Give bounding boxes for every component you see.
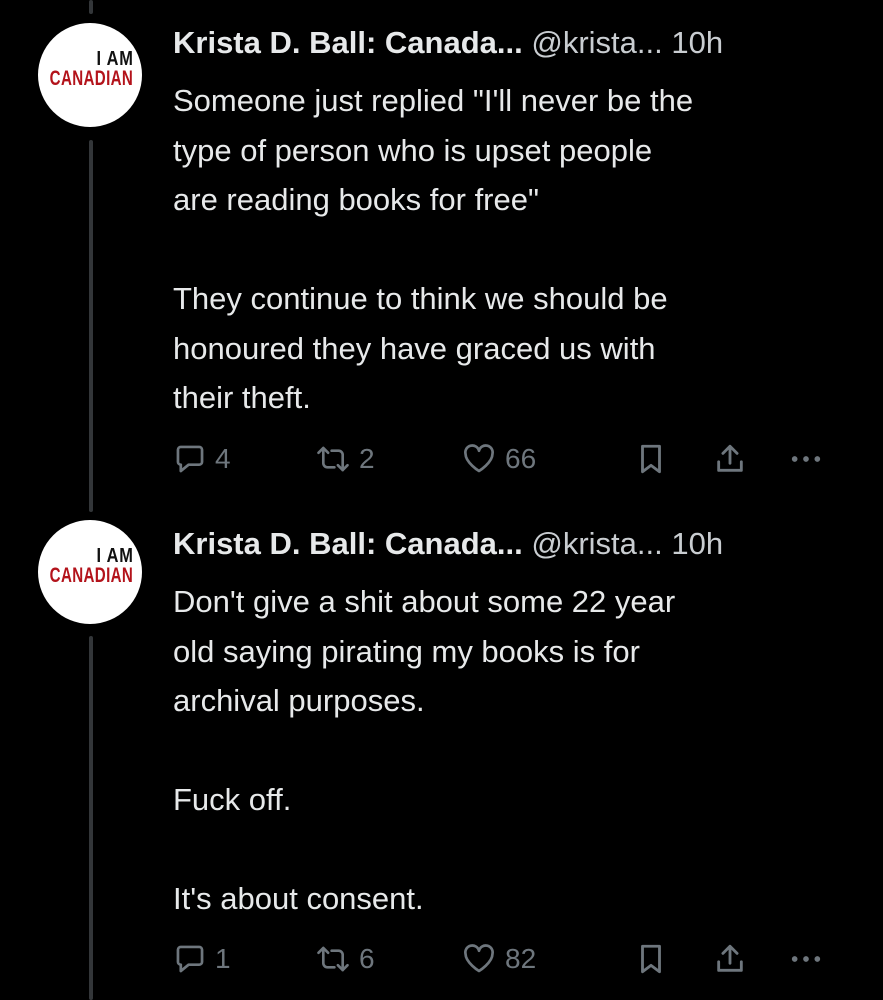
- author-handle[interactable]: @krista...: [531, 25, 662, 60]
- avatar[interactable]: I AM CANADIAN: [38, 23, 142, 127]
- tweet-text: Someone just replied "I'll never be the …: [173, 76, 863, 423]
- reply-icon: [173, 942, 207, 976]
- bookmark-icon: [636, 442, 666, 476]
- author-name[interactable]: Krista D. Ball: Canada...: [173, 526, 523, 561]
- share-icon: [713, 942, 747, 976]
- text-line: Fuck off.: [173, 782, 292, 817]
- bookmark-button[interactable]: [636, 939, 666, 979]
- text-line: Someone just replied "I'll never be the: [173, 83, 694, 118]
- text-line: their theft.: [173, 380, 311, 415]
- tweet[interactable]: I AM CANADIAN Krista D. Ball: Canada... …: [0, 0, 883, 500]
- action-bar: 4 2 66: [173, 439, 843, 479]
- text-line: archival purposes.: [173, 683, 425, 718]
- reply-icon: [173, 442, 207, 476]
- retweet-icon: [315, 442, 351, 476]
- tweet-header: Krista D. Ball: Canada... @krista... 10h: [173, 525, 863, 563]
- text-line: type of person who is upset people: [173, 132, 653, 168]
- avatar-text-canadian: CANADIAN: [49, 67, 134, 90]
- like-count: 66: [505, 443, 537, 474]
- author-handle[interactable]: @krista...: [531, 526, 662, 561]
- retweet-button[interactable]: 6: [315, 939, 375, 979]
- text-line: are reading books for free": [173, 182, 539, 217]
- share-button[interactable]: [713, 939, 747, 979]
- avatar[interactable]: I AM CANADIAN: [38, 520, 142, 624]
- timestamp[interactable]: 10h: [671, 526, 723, 561]
- tweet-header: Krista D. Ball: Canada... @krista... 10h: [173, 24, 863, 62]
- author-name[interactable]: Krista D. Ball: Canada...: [173, 25, 523, 60]
- timestamp[interactable]: 10h: [671, 25, 723, 60]
- share-button[interactable]: [713, 439, 747, 479]
- tweet[interactable]: I AM CANADIAN Krista D. Ball: Canada... …: [0, 500, 883, 1000]
- more-icon: [787, 942, 825, 976]
- more-icon: [787, 442, 825, 476]
- heart-icon: [461, 942, 497, 976]
- avatar-text-canadian: CANADIAN: [49, 564, 134, 587]
- like-count: 82: [505, 943, 537, 974]
- share-icon: [713, 442, 747, 476]
- retweet-count: 2: [359, 443, 375, 474]
- text-line: Don't give a shit about some 22 year: [173, 584, 676, 619]
- text-line: old saying pirating my books is for: [173, 633, 640, 669]
- retweet-count: 6: [359, 943, 375, 974]
- bookmark-button[interactable]: [636, 439, 666, 479]
- reply-button[interactable]: 1: [173, 939, 231, 979]
- retweet-icon: [315, 942, 351, 976]
- more-button[interactable]: [787, 939, 825, 979]
- text-line: They continue to think we should be: [173, 281, 668, 316]
- text-line: honoured they have graced us with: [173, 330, 656, 366]
- reply-count: 4: [215, 443, 231, 474]
- bookmark-icon: [636, 942, 666, 976]
- retweet-button[interactable]: 2: [315, 439, 375, 479]
- tweet-text: Don't give a shit about some 22 year old…: [173, 577, 863, 924]
- more-button[interactable]: [787, 439, 825, 479]
- heart-icon: [461, 442, 497, 476]
- reply-count: 1: [215, 943, 231, 974]
- text-line: It's about consent.: [173, 881, 424, 916]
- reply-button[interactable]: 4: [173, 439, 231, 479]
- like-button[interactable]: 66: [461, 439, 536, 479]
- action-bar: 1 6 82: [173, 939, 843, 979]
- like-button[interactable]: 82: [461, 939, 536, 979]
